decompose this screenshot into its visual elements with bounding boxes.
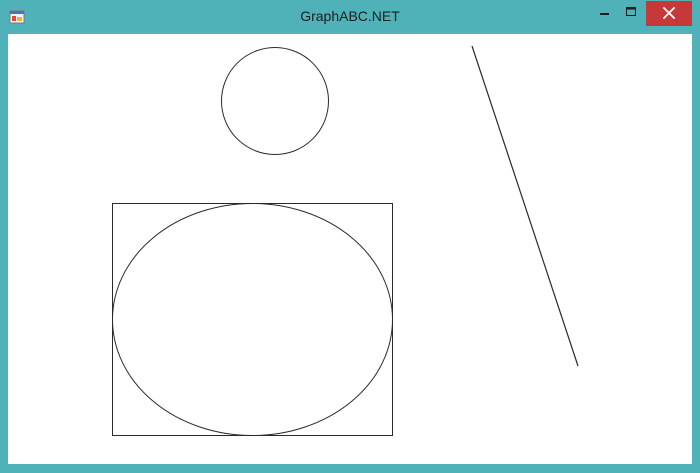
- minimize-icon: [600, 13, 609, 15]
- title-bar[interactable]: GraphABC.NET: [0, 0, 700, 33]
- maximize-button[interactable]: [618, 1, 644, 26]
- bounding-rectangle: [112, 203, 393, 436]
- inscribed-ellipse: [112, 203, 393, 436]
- close-button[interactable]: [646, 1, 692, 26]
- drawing-surface: [112, 45, 579, 436]
- small-circle: [221, 47, 329, 155]
- close-icon: [662, 6, 676, 20]
- app-window: GraphABC.NET: [0, 0, 700, 473]
- drawing-canvas[interactable]: [8, 34, 692, 464]
- minimize-button[interactable]: [592, 1, 618, 26]
- maximize-icon: [626, 7, 636, 16]
- diagonal-line: [471, 45, 579, 367]
